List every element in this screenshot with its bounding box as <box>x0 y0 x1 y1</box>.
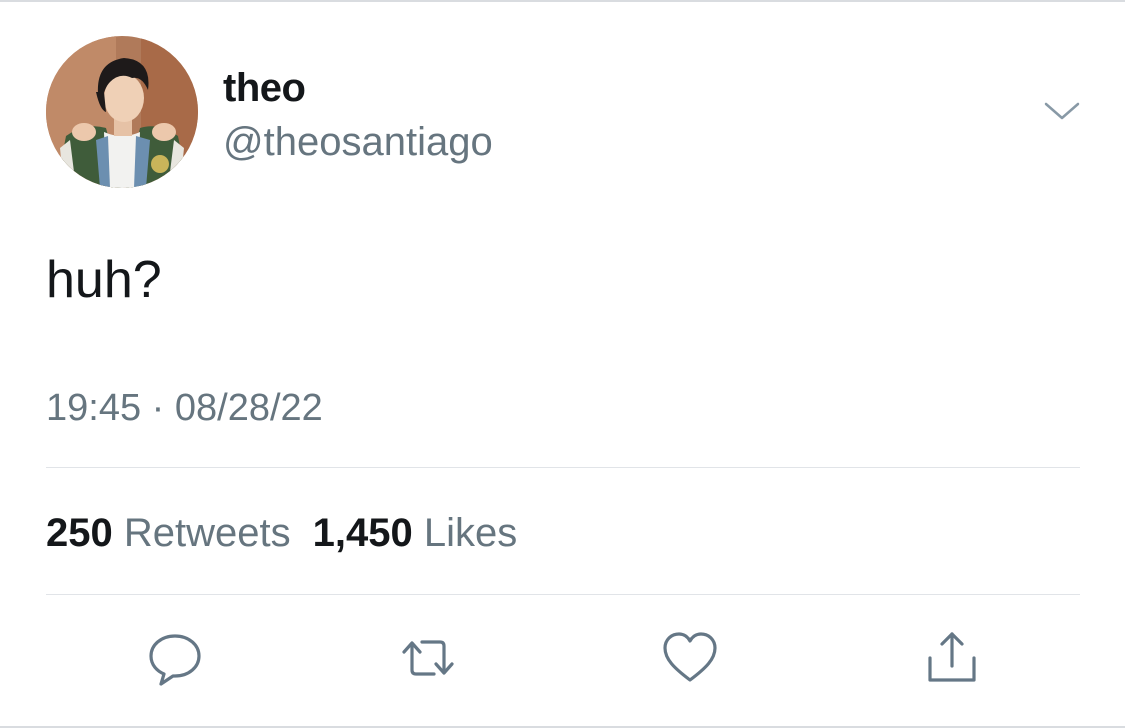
heart-icon <box>663 632 717 682</box>
likes-count: 1,450 <box>312 511 413 555</box>
retweets-label: Retweets <box>123 511 291 555</box>
retweet-button[interactable] <box>398 628 458 688</box>
reply-button[interactable] <box>145 628 205 688</box>
top-border <box>0 0 1125 2</box>
retweets-stat[interactable]: 250 Retweets <box>46 511 291 555</box>
tweet-text: huh? <box>46 251 162 309</box>
share-icon <box>928 632 976 682</box>
reply-icon <box>149 634 201 686</box>
like-button[interactable] <box>660 628 720 688</box>
avatar[interactable] <box>46 36 198 188</box>
tweet-stats: 250 Retweets 1,450 Likes <box>46 508 517 558</box>
tweet-timestamp[interactable]: 19:45 · 08/28/22 <box>46 385 323 431</box>
user-handle[interactable]: @theosantiago <box>223 118 493 166</box>
likes-stat[interactable]: 1,450 Likes <box>313 511 518 555</box>
likes-label: Likes <box>423 511 518 555</box>
retweets-count: 250 <box>46 511 113 555</box>
avatar-image <box>46 36 198 188</box>
divider <box>46 594 1080 595</box>
divider <box>46 467 1080 468</box>
display-name[interactable]: theo <box>223 64 306 112</box>
share-button[interactable] <box>922 628 982 688</box>
retweet-icon <box>402 640 454 676</box>
chevron-down-icon[interactable] <box>1040 96 1084 126</box>
